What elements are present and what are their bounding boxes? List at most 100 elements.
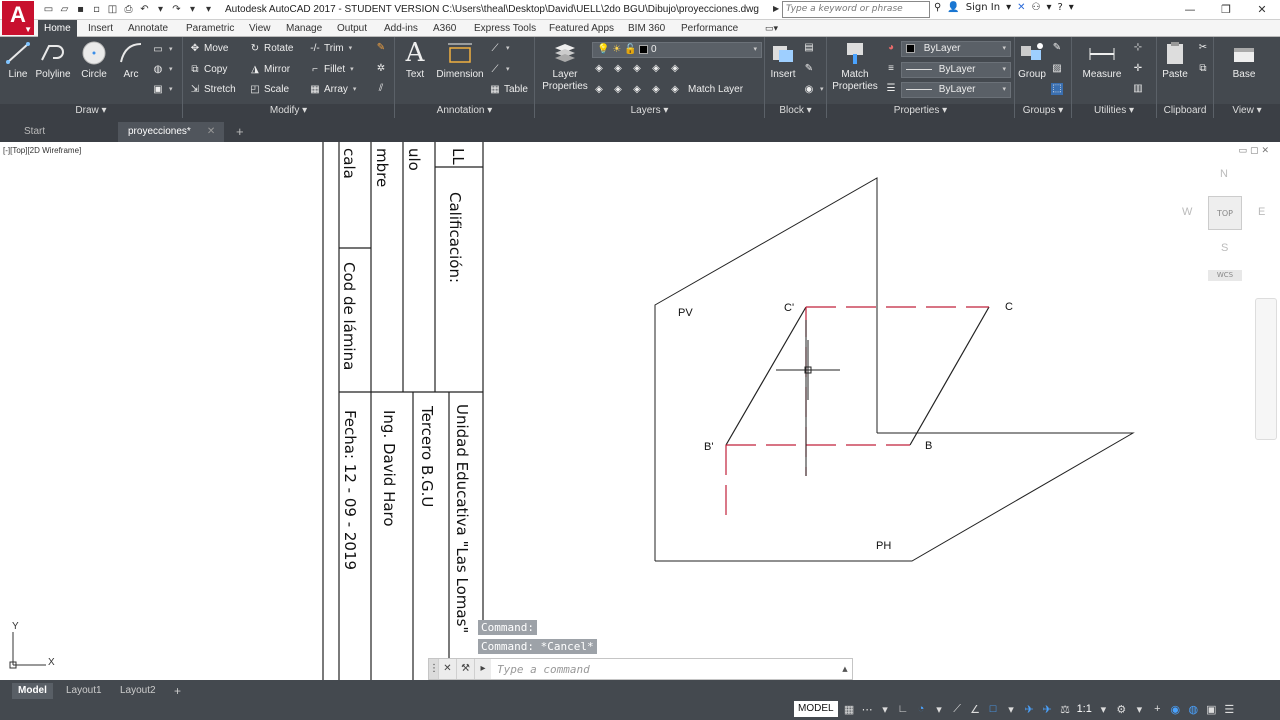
close-command-line-icon[interactable]: ✕: [439, 659, 457, 679]
copy-button[interactable]: ⧉ Copy: [189, 63, 227, 77]
rotate-button[interactable]: ↻ Rotate: [249, 42, 294, 56]
workspace-gear-icon[interactable]: ⚙: [1115, 703, 1128, 716]
tab-annotate[interactable]: Annotate: [128, 20, 168, 37]
clipboard-group-title[interactable]: Clipboard: [1157, 104, 1213, 118]
draw-group-title[interactable]: Draw ▾: [0, 104, 182, 118]
a360-icon[interactable]: ⚇: [1031, 2, 1040, 13]
scale-dropdown-icon[interactable]: ▾: [1097, 703, 1110, 716]
grid-icon[interactable]: ▦: [843, 703, 856, 716]
circle-button[interactable]: Circle: [78, 40, 110, 81]
ungroup-button[interactable]: ✎: [1051, 42, 1063, 54]
help-dropdown-icon[interactable]: ▾: [1046, 2, 1051, 13]
customization-icon[interactable]: ☰: [1223, 703, 1236, 716]
customize-icon[interactable]: ⚒: [457, 659, 475, 679]
offset-button[interactable]: ⫽: [375, 83, 387, 95]
layer-isolate-icon[interactable]: ◈: [612, 63, 624, 75]
exchange-icon[interactable]: ✕: [1017, 2, 1025, 13]
binoculars-icon[interactable]: ⚲: [934, 2, 941, 13]
customize-qat-icon[interactable]: ▾: [202, 3, 215, 16]
properties-group-title[interactable]: Properties ▾: [827, 104, 1014, 118]
viewcube-east[interactable]: E: [1258, 206, 1265, 218]
object-snap-dropdown-icon[interactable]: ▾: [1005, 703, 1018, 716]
viewcube-top-face[interactable]: TOP: [1208, 196, 1242, 230]
polar-dropdown-icon[interactable]: ▾: [933, 703, 946, 716]
auto-scale-icon[interactable]: ✈: [1041, 703, 1054, 716]
groups-group-title[interactable]: Groups ▾: [1015, 104, 1071, 118]
stretch-button[interactable]: ⇲ Stretch: [189, 83, 236, 97]
trim-button[interactable]: -/- Trim ▾: [309, 42, 352, 56]
add-layout-icon[interactable]: +: [168, 683, 187, 699]
tab-proyecciones[interactable]: proyecciones* ✕: [118, 122, 224, 142]
polyline-button[interactable]: Polyline: [34, 40, 72, 81]
line-button[interactable]: Line: [4, 40, 32, 81]
hatch-button[interactable]: ◍ ▾: [152, 63, 173, 77]
polar-icon[interactable]: ◔: [915, 703, 928, 715]
group-edit-button[interactable]: ▨: [1051, 63, 1063, 75]
match-properties-button[interactable]: Match Properties: [829, 40, 881, 93]
isolate-objects-icon[interactable]: ◉: [1169, 703, 1182, 716]
layer-thaw-icon[interactable]: ◈: [650, 84, 662, 96]
search-expand-icon[interactable]: ▶: [773, 4, 779, 13]
layer-dropdown[interactable]: 💡 ☀ 🔓 0 ▾: [592, 42, 762, 58]
ribbon-minimize-icon[interactable]: ▭▾: [765, 20, 778, 37]
command-history-arrow[interactable]: ▲: [838, 665, 852, 673]
edit-attributes-button[interactable]: ◉ ▾: [803, 83, 824, 97]
recent-commands-icon[interactable]: ▸: [475, 659, 491, 679]
tab-layout2[interactable]: Layout2: [114, 683, 162, 699]
help-icon[interactable]: ?: [1057, 2, 1062, 13]
workspace-dropdown-icon[interactable]: ▾: [1133, 703, 1146, 716]
tab-home[interactable]: Home: [38, 20, 77, 37]
object-snap-tracking-icon[interactable]: ∠: [969, 703, 982, 716]
layer-unisolate-icon[interactable]: ◈: [631, 84, 643, 96]
tab-view[interactable]: View: [249, 20, 271, 37]
utilities-group-title[interactable]: Utilities ▾: [1072, 104, 1156, 118]
layers-group-title[interactable]: Layers ▾: [535, 104, 764, 118]
minimize-icon[interactable]: —: [1172, 0, 1208, 20]
save-as-icon[interactable]: ▫: [90, 3, 103, 16]
print-icon[interactable]: ⎙: [122, 3, 135, 16]
undo-icon[interactable]: ↶: [138, 3, 151, 16]
fillet-button[interactable]: ⌐ Fillet ▾: [309, 63, 354, 77]
tab-performance[interactable]: Performance: [681, 20, 738, 37]
move-button[interactable]: ✥ Move: [189, 42, 229, 56]
hardware-acceleration-icon[interactable]: ◍: [1187, 703, 1200, 716]
modify-group-title[interactable]: Modify ▾: [183, 104, 394, 118]
tab-insert[interactable]: Insert: [88, 20, 113, 37]
explode-button[interactable]: ✲: [375, 63, 387, 75]
application-menu-button[interactable]: A ▼: [2, 1, 34, 35]
snap-dropdown-icon[interactable]: ▾: [879, 703, 892, 716]
isodraft-icon[interactable]: ⟋: [951, 703, 964, 716]
open-file-icon[interactable]: ▱: [58, 3, 71, 16]
layer-previous-icon[interactable]: ◈: [612, 84, 624, 96]
command-input[interactable]: Type a command: [491, 663, 838, 676]
layer-off-icon[interactable]: ◈: [593, 63, 605, 75]
group-select-button[interactable]: ⬚: [1051, 83, 1063, 95]
copy-clip-button[interactable]: ⧉: [1197, 63, 1209, 75]
new-file-icon[interactable]: ▭: [42, 3, 55, 16]
block-group-title[interactable]: Block ▾: [765, 104, 826, 118]
quick-select-button[interactable]: ⊹: [1132, 42, 1144, 54]
restore-icon[interactable]: ❐: [1208, 0, 1244, 20]
view-group-title[interactable]: View ▾: [1214, 104, 1280, 118]
erase-button[interactable]: ✎: [375, 42, 387, 54]
search-input[interactable]: Type a keyword or phrase: [782, 1, 930, 18]
viewcube-north[interactable]: N: [1220, 168, 1228, 180]
edit-block-button[interactable]: ✎: [803, 63, 815, 75]
annotation-scale-icon[interactable]: ⚖: [1059, 703, 1072, 716]
close-icon[interactable]: ✕: [1244, 0, 1280, 20]
layer-properties-button[interactable]: Layer Properties: [539, 40, 591, 93]
drawing-svg[interactable]: cala mbre ulo LL Calificación: Cod de lá…: [0, 142, 1280, 680]
tab-parametric[interactable]: Parametric: [186, 20, 234, 37]
array-button[interactable]: ▦ Array ▾: [309, 83, 356, 97]
dimension-button[interactable]: Dimension: [435, 40, 485, 81]
redo-dropdown-icon[interactable]: ▾: [186, 3, 199, 16]
close-tab-icon[interactable]: ✕: [207, 126, 215, 137]
tab-add-ins[interactable]: Add-ins: [384, 20, 418, 37]
arc-button[interactable]: Arc: [116, 40, 146, 81]
annotation-group-title[interactable]: Annotation ▾: [395, 104, 534, 118]
viewcube[interactable]: N W E S TOP WCS: [1178, 168, 1272, 288]
sign-in-button[interactable]: Sign In: [966, 2, 1000, 13]
id-point-button[interactable]: ✛: [1132, 63, 1144, 75]
annotation-scale-value[interactable]: 1:1: [1077, 703, 1092, 715]
user-icon[interactable]: 👤: [947, 2, 959, 13]
